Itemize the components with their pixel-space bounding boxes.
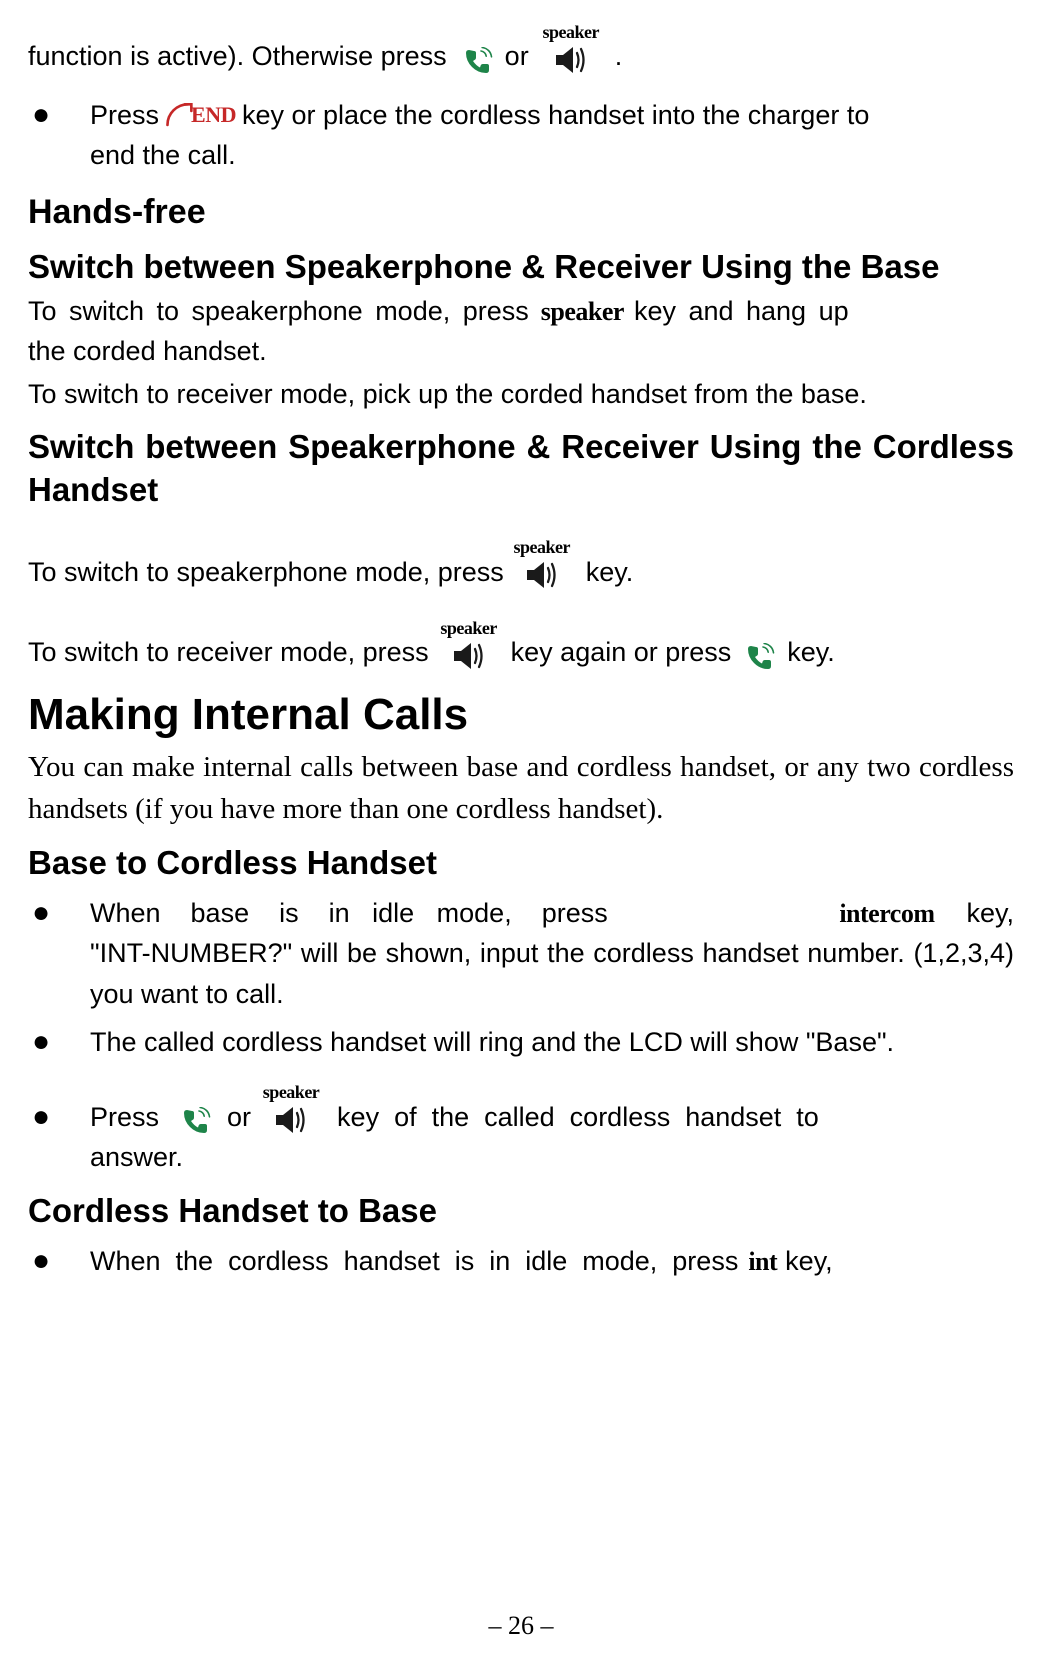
body-text: You can make internal calls between base… [28,746,1014,830]
heading-cordless-to-base: Cordless Handset to Base [28,1190,1014,1233]
heading-hands-free: Hands-free [28,190,1014,234]
body-text: The called cordless handset will ring an… [90,1022,1014,1063]
speaker-key-icon: speaker [449,639,489,673]
speaker-key-icon: speaker [551,43,591,77]
heading-switch-cordless: Switch between Speakerphone & Receiver U… [28,426,1014,512]
body-text: When the cordless handset is in idle mod… [90,1241,738,1282]
bullet-icon: ● [28,95,90,134]
body-text: To switch to receiver mode, press [28,632,429,673]
body-text: key. [586,552,634,593]
body-text: end the call. [90,135,1014,176]
end-key-icon: END [165,98,236,131]
body-text: When base is in idle mode, press [90,893,608,934]
body-text: "INT-NUMBER?" will be shown, input the c… [90,933,1014,1014]
bullet-icon: ● [28,1097,90,1136]
phone-call-icon [743,643,777,673]
speaker-caption: speaker [514,534,571,561]
heading-switch-base: Switch between Speakerphone & Receiver U… [28,246,1014,289]
body-text: answer. [90,1137,1014,1178]
bullet-icon: ● [28,893,90,932]
body-text: key again or press [511,632,732,673]
body-text: key of the called cordless handset to [337,1097,819,1138]
body-text: To switch to receiver mode, pick up the … [28,374,1014,415]
speaker-caption: speaker [440,615,497,642]
body-text: key. [787,632,835,673]
bullet-icon: ● [28,1241,90,1280]
heading-base-to-cordless: Base to Cordless Handset [28,842,1014,885]
body-text: To switch to speakerphone mode, press [28,552,504,593]
body-text: Press [90,1097,159,1138]
phone-call-icon [179,1107,213,1137]
intercom-key-label: intercom [839,894,934,933]
body-text: . [615,36,623,77]
int-key-label: int [748,1242,777,1281]
page-number: – 26 – [0,1611,1042,1641]
body-text: To switch to speakerphone mode, press [28,291,529,332]
end-label: END [191,98,236,131]
heading-making-internal-calls: Making Internal Calls [28,687,1014,742]
body-text: Press [90,95,159,136]
body-text: key, [966,893,1014,934]
speaker-caption: speaker [542,19,599,46]
body-text: the corded handset. [28,331,1014,372]
speaker-key-icon: speaker [271,1103,311,1137]
bullet-icon: ● [28,1022,90,1061]
speaker-key-label: speaker [541,292,624,331]
body-text: or [505,36,529,77]
body-text: key or place the cordless handset into t… [242,95,869,136]
body-text: key, [785,1241,833,1282]
speaker-key-icon: speaker [522,558,562,592]
body-text: key and hang up [634,291,849,332]
phone-call-icon [461,47,495,77]
body-text: or [227,1097,251,1138]
body-text: function is active). Otherwise press [28,36,447,77]
speaker-caption: speaker [263,1079,320,1106]
